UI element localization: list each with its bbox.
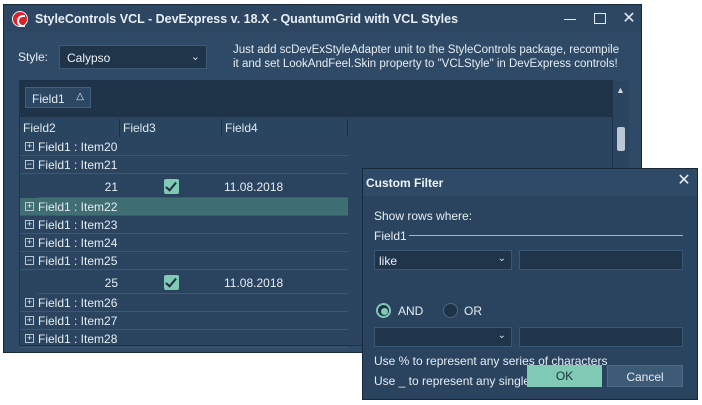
divider <box>409 235 683 236</box>
group-row[interactable]: − Field1 : Item25 <box>20 252 348 270</box>
ok-button[interactable]: OK <box>527 365 602 387</box>
operator-select-2[interactable]: ⌄ <box>374 327 512 347</box>
cancel-button[interactable]: Cancel <box>607 365 683 387</box>
value-input-1[interactable] <box>519 250 683 270</box>
group-row-label: Field1 : Item25 <box>38 254 118 268</box>
group-row[interactable]: + Field1 : Item24 <box>20 234 348 252</box>
dialog-close-button[interactable]: ✕ <box>675 172 693 190</box>
radio-and[interactable] <box>376 303 391 318</box>
collapse-icon[interactable]: − <box>25 160 34 169</box>
operator-select-1[interactable]: like ⌄ <box>374 250 512 270</box>
expand-icon[interactable]: + <box>25 298 34 307</box>
cell-field2[interactable]: 21 <box>38 180 118 194</box>
custom-filter-dialog: Custom Filter ✕ Show rows where: Field1 … <box>362 168 698 400</box>
expand-icon[interactable]: + <box>25 202 34 211</box>
style-label: Style: <box>18 50 49 64</box>
group-row[interactable]: + Field1 : Item22 <box>20 198 348 216</box>
chevron-down-icon: ⌄ <box>497 253 506 264</box>
info-line-1: Just add scDevExStyleAdapter unit to the… <box>233 44 620 56</box>
group-row-label: Field1 : Item26 <box>38 296 118 310</box>
sort-ascending-icon: △ <box>76 91 84 102</box>
group-row[interactable]: + Field1 : Item23 <box>20 216 348 234</box>
group-row-label: Field1 : Item22 <box>38 200 118 214</box>
data-row[interactable]: 25 11.08.2018 <box>38 270 348 294</box>
operator-select-1-value: like <box>379 254 398 268</box>
group-row-label: Field1 : Item20 <box>38 140 118 154</box>
group-row[interactable]: + Field1 : Item28 <box>20 330 348 348</box>
group-row-label: Field1 : Item27 <box>38 314 118 328</box>
column-header-field3[interactable]: Field3 <box>120 119 222 137</box>
minimize-button[interactable] <box>559 9 581 29</box>
radio-or-label[interactable]: OR <box>464 304 482 318</box>
cell-field4[interactable]: 11.08.2018 <box>224 276 283 290</box>
group-row-label: Field1 : Item23 <box>38 218 118 232</box>
info-line-2: it and set LookAndFeel.Skin property to … <box>233 58 618 70</box>
cell-field3-checkbox[interactable] <box>164 179 179 194</box>
maximize-icon <box>594 13 606 24</box>
value-input-2[interactable] <box>519 327 683 347</box>
scroll-up-icon[interactable]: ▲ <box>616 85 625 95</box>
info-text: Just add scDevExStyleAdapter unit to the… <box>233 43 633 71</box>
close-icon: ✕ <box>677 172 691 189</box>
style-select-value: Calypso <box>67 51 111 65</box>
expand-icon[interactable]: + <box>25 238 34 247</box>
style-select[interactable]: Calypso ⌄ <box>59 45 207 69</box>
group-row[interactable]: + Field1 : Item27 <box>20 312 348 330</box>
group-row[interactable]: + Field1 : Item20 <box>20 138 348 156</box>
group-row-label: Field1 : Item28 <box>38 332 118 346</box>
maximize-button[interactable] <box>589 9 611 29</box>
chevron-down-icon: ⌄ <box>497 330 506 341</box>
data-row[interactable]: 21 11.08.2018 <box>38 174 348 198</box>
group-by-chip-field1[interactable]: Field1 △ <box>25 87 91 108</box>
group-row[interactable]: − Field1 : Item21 <box>20 156 348 174</box>
window-title: StyleControls VCL - DevExpress v. 18.X -… <box>35 12 459 26</box>
group-by-field: Field1 <box>32 92 65 106</box>
scrollbar-thumb[interactable] <box>617 127 625 151</box>
column-header-field2[interactable]: Field2 <box>20 119 120 137</box>
group-row-label: Field1 : Item24 <box>38 236 118 250</box>
group-row-label: Field1 : Item21 <box>38 158 118 172</box>
title-bar[interactable]: StyleControls VCL - DevExpress v. 18.X -… <box>4 5 641 33</box>
close-icon: ✕ <box>622 10 636 27</box>
app-logo-icon <box>12 11 28 27</box>
expand-icon[interactable]: + <box>25 316 34 325</box>
expand-icon[interactable]: + <box>25 220 34 229</box>
collapse-icon[interactable]: − <box>25 256 34 265</box>
show-rows-label: Show rows where: <box>374 209 473 223</box>
minimize-icon <box>564 19 576 20</box>
cell-field2[interactable]: 25 <box>38 276 118 290</box>
cell-field4[interactable]: 11.08.2018 <box>224 180 283 194</box>
expand-icon[interactable]: + <box>25 334 34 343</box>
expand-icon[interactable]: + <box>25 142 34 151</box>
group-row[interactable]: + Field1 : Item26 <box>20 294 348 312</box>
filter-field-label: Field1 <box>374 229 407 243</box>
cell-field3-checkbox[interactable] <box>164 275 179 290</box>
chevron-down-icon: ⌄ <box>190 51 200 63</box>
column-header-field4[interactable]: Field4 <box>222 119 348 137</box>
radio-or[interactable] <box>443 303 458 318</box>
close-button[interactable]: ✕ <box>618 9 640 29</box>
radio-and-label[interactable]: AND <box>398 304 423 318</box>
group-by-panel[interactable]: Field1 △ <box>20 81 614 117</box>
dialog-title: Custom Filter <box>366 176 444 190</box>
